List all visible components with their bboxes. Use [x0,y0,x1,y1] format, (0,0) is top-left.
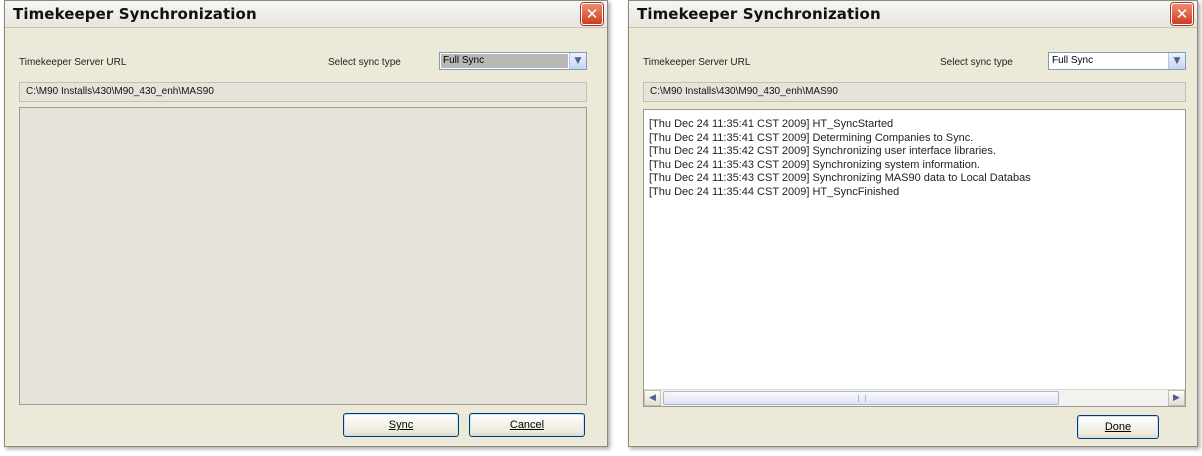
log-line: [Thu Dec 24 11:35:41 CST 2009] HT_SyncSt… [649,118,894,130]
close-icon[interactable]: ✕ [581,3,603,25]
server-url-label: Timekeeper Server URL [643,57,751,68]
log-line: [Thu Dec 24 11:35:43 CST 2009] Synchroni… [649,158,980,171]
cancel-button[interactable]: Cancel [469,413,585,437]
sync-button-label: Sync [388,419,414,431]
sync-type-select[interactable]: Full Sync ▼ [1048,52,1186,70]
sync-dialog-before: Timekeeper Synchronization ✕ Timekeeper … [4,0,608,447]
sync-button[interactable]: Sync [343,413,459,437]
scrollbar-thumb[interactable] [663,391,1059,405]
title-bar[interactable]: Timekeeper Synchronization ✕ [5,1,607,28]
server-url-value: C:\M90 Installs\430\M90_430_enh\MAS90 [26,86,214,97]
sync-log-area [19,107,587,405]
server-url-field: C:\M90 Installs\430\M90_430_enh\MAS90 [643,82,1186,102]
sync-type-label: Select sync type [328,57,401,68]
log-line: [Thu Dec 24 11:35:42 CST 2009] Synchroni… [649,145,996,158]
cancel-button-label: Cancel [509,419,545,431]
log-line: [Thu Dec 24 11:35:41 CST 2009] Determini… [649,131,974,144]
dialog-title: Timekeeper Synchronization [637,5,881,23]
sync-dialog-after: Timekeeper Synchronization ✕ Timekeeper … [628,0,1198,447]
close-icon[interactable]: ✕ [1171,3,1193,25]
dialog-title: Timekeeper Synchronization [13,5,257,23]
done-button[interactable]: Done [1077,415,1159,439]
title-bar[interactable]: Timekeeper Synchronization ✕ [629,1,1197,28]
chevron-down-icon[interactable]: ▼ [569,53,586,69]
horizontal-scrollbar[interactable]: ◀ ▶ [644,389,1185,406]
sync-type-select[interactable]: Full Sync ▼ [439,52,587,70]
log-line: [Thu Dec 24 11:35:44 CST 2009] HT_SyncFi… [649,185,900,198]
sync-type-value: Full Sync [1052,55,1094,66]
sync-type-label: Select sync type [940,57,1013,68]
sync-type-value: Full Sync [443,55,485,66]
arrow-left-icon[interactable]: ◀ [644,390,661,406]
arrow-right-icon[interactable]: ▶ [1168,390,1185,406]
log-line: [Thu Dec 24 11:35:43 CST 2009] Synchroni… [649,172,1031,185]
server-url-field: C:\M90 Installs\430\M90_430_enh\MAS90 [19,82,587,102]
done-button-label: Done [1104,421,1132,433]
sync-log-area[interactable]: [Thu Dec 24 11:35:41 CST 2009] HT_SyncSt… [643,109,1186,407]
grip-icon [858,395,866,402]
log-lines: [Thu Dec 24 11:35:41 CST 2009] HT_SyncSt… [649,118,1185,200]
server-url-value: C:\M90 Installs\430\M90_430_enh\MAS90 [650,86,838,97]
chevron-down-icon[interactable]: ▼ [1168,53,1185,69]
server-url-label: Timekeeper Server URL [19,57,127,68]
